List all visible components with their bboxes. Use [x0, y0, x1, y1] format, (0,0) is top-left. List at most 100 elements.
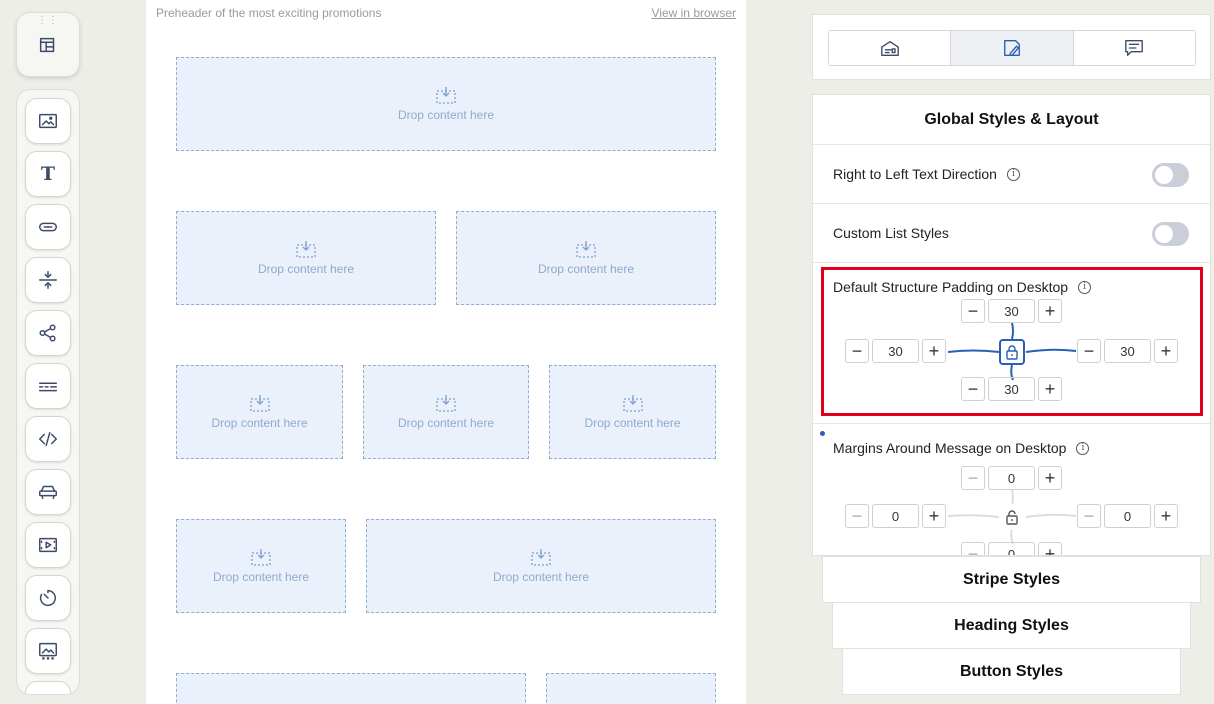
general-settings-icon [880, 40, 899, 56]
timer-block-button[interactable] [25, 575, 71, 621]
drop-label: Drop content here [397, 416, 495, 430]
rtl-toggle[interactable] [1152, 163, 1189, 187]
heading-styles-section[interactable]: Heading Styles [832, 602, 1191, 649]
list-styles-row: Custom List Styles [813, 204, 1210, 263]
increase-button[interactable]: + [1154, 504, 1178, 528]
menu-icon [39, 485, 57, 500]
drop-zone[interactable]: Drop content here [366, 519, 716, 613]
more-block-button[interactable] [25, 681, 71, 694]
global-styles-panel: Global Styles & Layout Right to Left Tex… [812, 94, 1211, 556]
margin-left-stepper: − 0 + [845, 504, 946, 528]
margin-top-input[interactable]: 0 [988, 466, 1035, 490]
panel-title[interactable]: Global Styles & Layout [813, 95, 1210, 145]
margin-left-input[interactable]: 0 [872, 504, 919, 528]
drop-zone[interactable]: Drop content here [363, 365, 529, 459]
margin-right-input[interactable]: 0 [1104, 504, 1151, 528]
decrease-button[interactable]: − [1077, 339, 1101, 363]
appearance-icon [1004, 40, 1020, 56]
banner-icon [39, 382, 57, 392]
padding-right-stepper: − 30 + [1077, 339, 1178, 363]
drop-icon [622, 395, 643, 412]
view-in-browser-link[interactable]: View in browser [652, 6, 736, 20]
padding-left-stepper: − 30 + [845, 339, 946, 363]
drop-label: Drop content here [397, 108, 495, 122]
margin-right-stepper: − 0 + [1077, 504, 1178, 528]
drop-zone[interactable]: Drop content here [176, 57, 716, 151]
decrease-button[interactable]: − [1077, 504, 1101, 528]
margins-lock-button[interactable] [999, 504, 1025, 530]
increase-button[interactable]: + [1038, 377, 1062, 401]
video-icon [39, 537, 57, 553]
image-block-button[interactable] [25, 98, 71, 144]
list-styles-label: Custom List Styles [833, 225, 949, 241]
text-block-button[interactable]: T [25, 151, 71, 197]
drop-zone[interactable]: Drop content here [456, 211, 716, 305]
margins-section: Margins Around Message on Desktop i − 0 … [813, 423, 1210, 555]
increase-button[interactable]: + [1038, 466, 1062, 490]
padding-top-input[interactable]: 30 [988, 299, 1035, 323]
padding-lock-button[interactable] [999, 339, 1025, 365]
blocks-toolbar: T [16, 89, 80, 695]
stripe-styles-section[interactable]: Stripe Styles [822, 556, 1201, 603]
text-icon: T [40, 163, 56, 185]
list-styles-toggle[interactable] [1152, 222, 1189, 246]
drop-icon [436, 87, 456, 104]
social-block-button[interactable] [25, 310, 71, 356]
image-icon [39, 113, 57, 129]
increase-button[interactable]: + [922, 504, 946, 528]
email-canvas: Preheader of the most exciting promotion… [146, 0, 746, 704]
padding-bottom-input[interactable]: 30 [988, 377, 1035, 401]
tab-comments[interactable] [1073, 31, 1195, 65]
margin-bottom-input[interactable]: 0 [988, 542, 1035, 555]
tab-appearance[interactable] [951, 31, 1074, 65]
drag-handle-icon[interactable]: ⋮⋮ [37, 16, 59, 26]
structures-button[interactable]: ⋮⋮ [16, 12, 80, 77]
drop-icon [576, 241, 596, 258]
padding-section: Default Structure Padding on Desktop i −… [813, 263, 1210, 423]
drop-zone[interactable]: Drop content here [176, 365, 343, 459]
button-styles-section[interactable]: Button Styles [842, 648, 1181, 695]
decrease-button[interactable]: − [845, 339, 869, 363]
decrease-button[interactable]: − [845, 504, 869, 528]
spacer-block-button[interactable] [25, 257, 71, 303]
settings-tabs [812, 14, 1211, 80]
button-block-button[interactable] [25, 204, 71, 250]
amp-image-block-button[interactable] [25, 628, 71, 674]
drop-zone[interactable] [176, 673, 526, 704]
video-block-button[interactable] [25, 522, 71, 568]
preheader-text[interactable]: Preheader of the most exciting promotion… [156, 6, 381, 20]
decrease-button[interactable]: − [961, 542, 985, 555]
drop-zone[interactable] [546, 673, 716, 704]
drop-label: Drop content here [211, 416, 308, 430]
comments-icon [1125, 40, 1144, 56]
drop-zone[interactable]: Drop content here [549, 365, 716, 459]
button-icon [39, 222, 57, 232]
drop-label: Drop content here [257, 262, 355, 276]
lock-icon [1006, 345, 1018, 360]
increase-button[interactable]: + [1154, 339, 1178, 363]
margin-top-stepper: − 0 + [961, 466, 1062, 490]
drop-label: Drop content here [537, 262, 635, 276]
tab-general-settings[interactable] [829, 31, 952, 65]
increase-button[interactable]: + [922, 339, 946, 363]
decrease-button[interactable]: − [961, 299, 985, 323]
margins-connector-lines [947, 489, 1077, 545]
decrease-button[interactable]: − [961, 377, 985, 401]
html-block-button[interactable] [25, 416, 71, 462]
info-icon[interactable]: i [1006, 167, 1020, 181]
padding-right-input[interactable]: 30 [1104, 339, 1151, 363]
structures-icon [25, 22, 71, 68]
padding-bottom-stepper: − 30 + [961, 377, 1062, 401]
drop-label: Drop content here [492, 570, 590, 584]
increase-button[interactable]: + [1038, 542, 1062, 555]
drop-zone[interactable]: Drop content here [176, 211, 436, 305]
drop-icon [251, 549, 271, 566]
drop-zone[interactable]: Drop content here [176, 519, 346, 613]
menu-block-button[interactable] [25, 469, 71, 515]
drop-icon [296, 241, 316, 258]
padding-left-input[interactable]: 30 [872, 339, 919, 363]
decrease-button[interactable]: − [961, 466, 985, 490]
increase-button[interactable]: + [1038, 299, 1062, 323]
divider-block-button[interactable] [25, 363, 71, 409]
drop-icon [436, 395, 456, 412]
